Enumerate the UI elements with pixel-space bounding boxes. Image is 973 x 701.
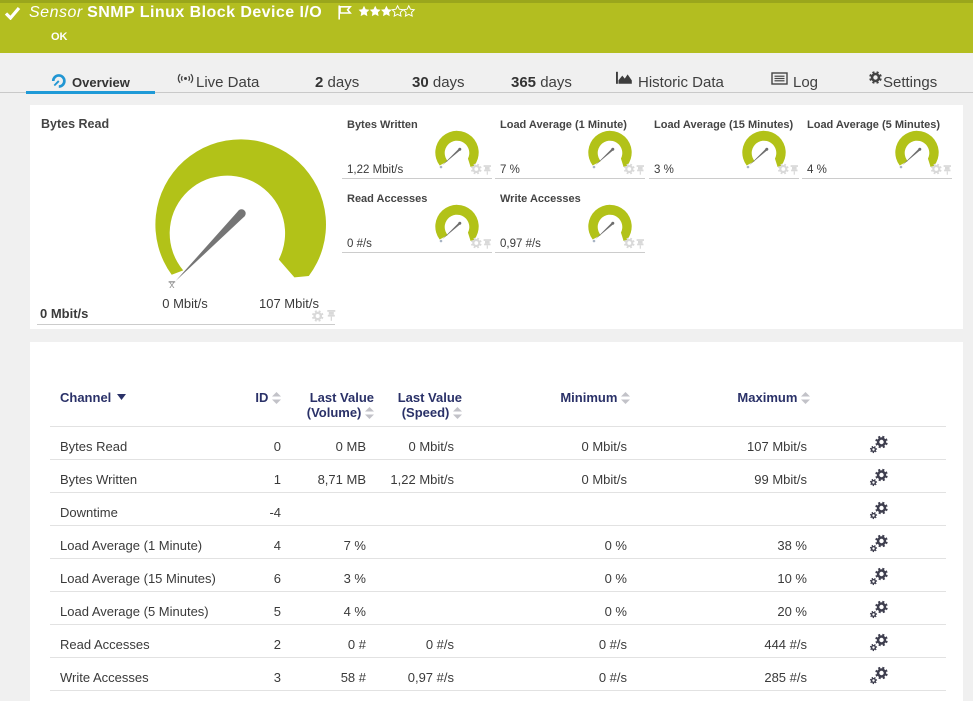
- svg-text:x: x: [169, 279, 175, 291]
